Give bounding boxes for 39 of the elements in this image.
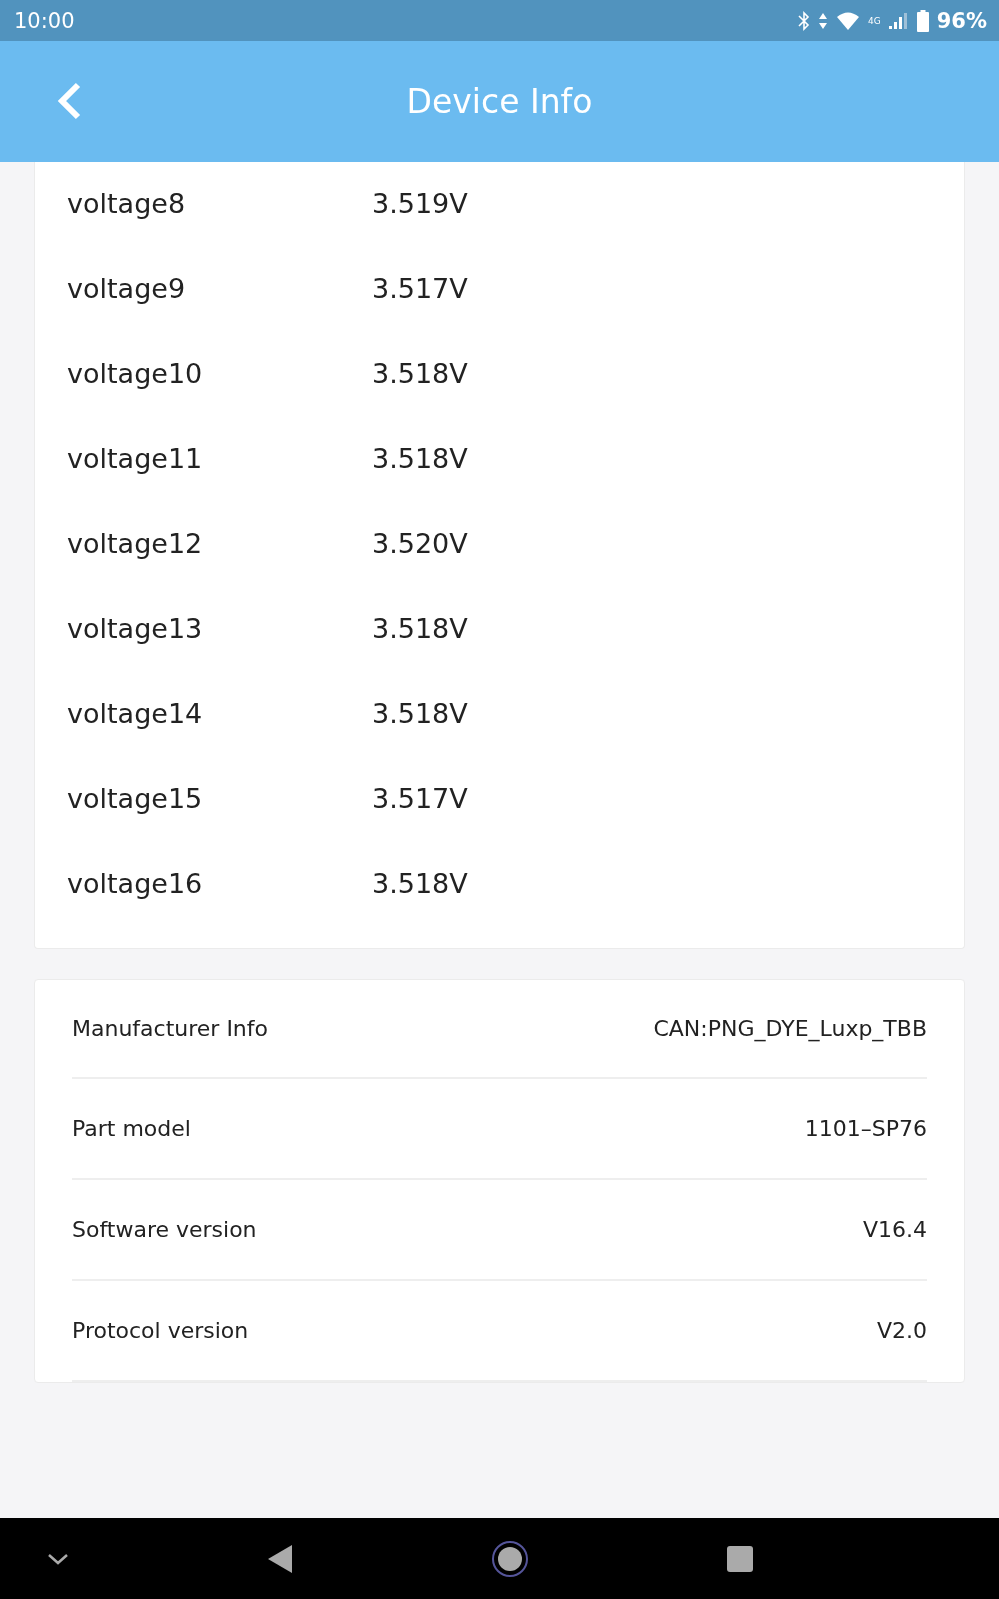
voltage-label: voltage10 — [67, 358, 204, 389]
wifi-icon — [836, 10, 861, 31]
info-value: 1101–SP76 — [804, 1116, 927, 1141]
recents-icon[interactable] — [727, 1545, 753, 1572]
info-value: V2.0 — [876, 1318, 927, 1343]
voltage-value: 3.518V — [372, 868, 468, 899]
status-time: 10:00 — [14, 8, 75, 33]
back-icon — [56, 81, 82, 121]
home-icon[interactable] — [490, 1539, 529, 1578]
voltage-label: voltage13 — [67, 613, 204, 644]
bluetooth-icon — [798, 10, 811, 31]
info-value: V16.4 — [862, 1217, 927, 1242]
voltage-label: voltage14 — [67, 698, 204, 729]
voltage-value: 3.517V — [372, 783, 468, 814]
info-label: Protocol version — [72, 1318, 249, 1343]
voltage-label: voltage12 — [67, 528, 204, 559]
info-label: Part model — [72, 1116, 191, 1141]
network-type: 4G — [868, 15, 881, 26]
voltage-value: 3.518V — [372, 613, 468, 644]
voltage-label: voltage16 — [67, 868, 204, 899]
voltage-label: voltage15 — [67, 783, 204, 814]
voltage-label: voltage11 — [67, 443, 204, 474]
chevron-down-icon[interactable] — [46, 1551, 70, 1566]
voltage-value: 3.517V — [372, 273, 468, 304]
info-value: CAN:PNG_DYE_Luxp_TBB — [653, 1016, 927, 1041]
back-triangle-icon[interactable] — [268, 1544, 293, 1573]
voltage-value: 3.518V — [372, 358, 468, 389]
voltage-value: 3.519V — [372, 188, 468, 219]
info-label: Manufacturer Info — [72, 1016, 268, 1041]
voltage-value: 3.520V — [372, 528, 468, 559]
signal-icon — [888, 11, 909, 30]
screen-title: Device Info — [406, 82, 593, 121]
battery-level: 96% — [936, 8, 987, 33]
voltage-label: voltage9 — [67, 273, 187, 304]
voltage-label: voltage8 — [67, 188, 187, 219]
battery-icon — [916, 9, 929, 32]
voltage-value: 3.518V — [372, 698, 468, 729]
voltage-value: 3.518V — [372, 443, 468, 474]
info-label: Software version — [72, 1217, 257, 1242]
